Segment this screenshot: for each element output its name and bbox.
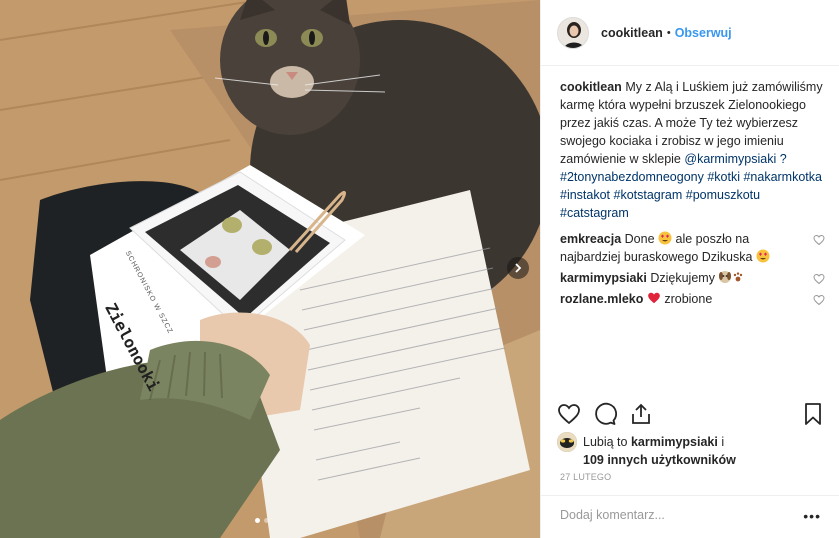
share-icon[interactable] <box>629 402 653 426</box>
comment-text: Done <box>624 232 655 246</box>
likes-user-link[interactable]: karmimypsiaki <box>631 435 718 449</box>
like-heart-icon[interactable] <box>557 402 581 426</box>
post-actions <box>557 400 825 428</box>
comment-bubble-icon[interactable] <box>593 402 617 426</box>
avatar[interactable] <box>557 16 589 49</box>
caption-author[interactable]: cookitlean <box>560 80 622 94</box>
post-photo[interactable]: Zielonooki SCHRONISKO W SZCZ <box>0 0 540 538</box>
post-date[interactable]: 27 LUTEGO <box>560 472 611 482</box>
header-separator: • <box>666 26 671 39</box>
photo-illustration <box>0 0 540 538</box>
like-comment-heart-icon[interactable] <box>813 234 825 246</box>
follow-button[interactable]: Obserwuj <box>675 26 732 40</box>
list-item: karmimypsiaki Dziękujemy <box>560 269 825 287</box>
comments-list: cookitlean My z Alą i Luśkiem już zamówi… <box>560 78 825 308</box>
likes-prefix: Lubią to <box>583 435 628 449</box>
comment-text: zrobione <box>664 292 713 306</box>
next-photo-button[interactable] <box>507 257 529 279</box>
divider <box>540 495 839 496</box>
post-caption: cookitlean My z Alą i Luśkiem już zamówi… <box>560 78 825 222</box>
chevron-right-icon <box>515 263 522 273</box>
carousel-dot <box>255 518 260 523</box>
comment-author[interactable]: emkreacja <box>560 232 621 246</box>
heart-eyes-emoji-icon <box>756 249 770 263</box>
more-options-button[interactable]: ••• <box>803 508 821 524</box>
user-avatar-icon <box>558 17 588 48</box>
likes-middle: i <box>721 435 725 449</box>
carousel-indicator <box>255 518 269 523</box>
avatar[interactable] <box>557 432 577 452</box>
likes-summary: Lubią to karmimypsiaki i 109 innych użyt… <box>557 432 825 469</box>
heart-eyes-emoji-icon <box>658 231 672 245</box>
carousel-dot <box>264 518 269 523</box>
list-item: emkreacja Done ale poszło na najbardziej… <box>560 230 825 266</box>
post-header: cookitlean • Obserwuj <box>541 0 839 66</box>
post-author-username[interactable]: cookitlean <box>601 26 663 40</box>
bookmark-icon[interactable] <box>801 402 825 426</box>
dog-paws-emoji-icon <box>719 271 743 283</box>
like-comment-heart-icon[interactable] <box>813 273 825 285</box>
red-heart-emoji-icon <box>648 292 660 304</box>
likes-count-link[interactable]: 109 innych użytkowników <box>583 453 736 467</box>
liker-avatar-icon <box>557 432 577 452</box>
like-comment-heart-icon[interactable] <box>813 294 825 306</box>
add-comment-input[interactable]: Dodaj komentarz... <box>560 508 665 522</box>
comment-author[interactable]: rozlane.mleko <box>560 292 643 306</box>
likes-text: Lubią to karmimypsiaki i 109 innych użyt… <box>583 433 736 469</box>
list-item: rozlane.mleko zrobione <box>560 290 825 308</box>
comment-author[interactable]: karmimypsiaki <box>560 271 647 285</box>
comment-text: Dziękujemy <box>650 271 715 285</box>
post-sidebar: cookitlean • Obserwuj cookitlean My z Al… <box>540 0 839 538</box>
